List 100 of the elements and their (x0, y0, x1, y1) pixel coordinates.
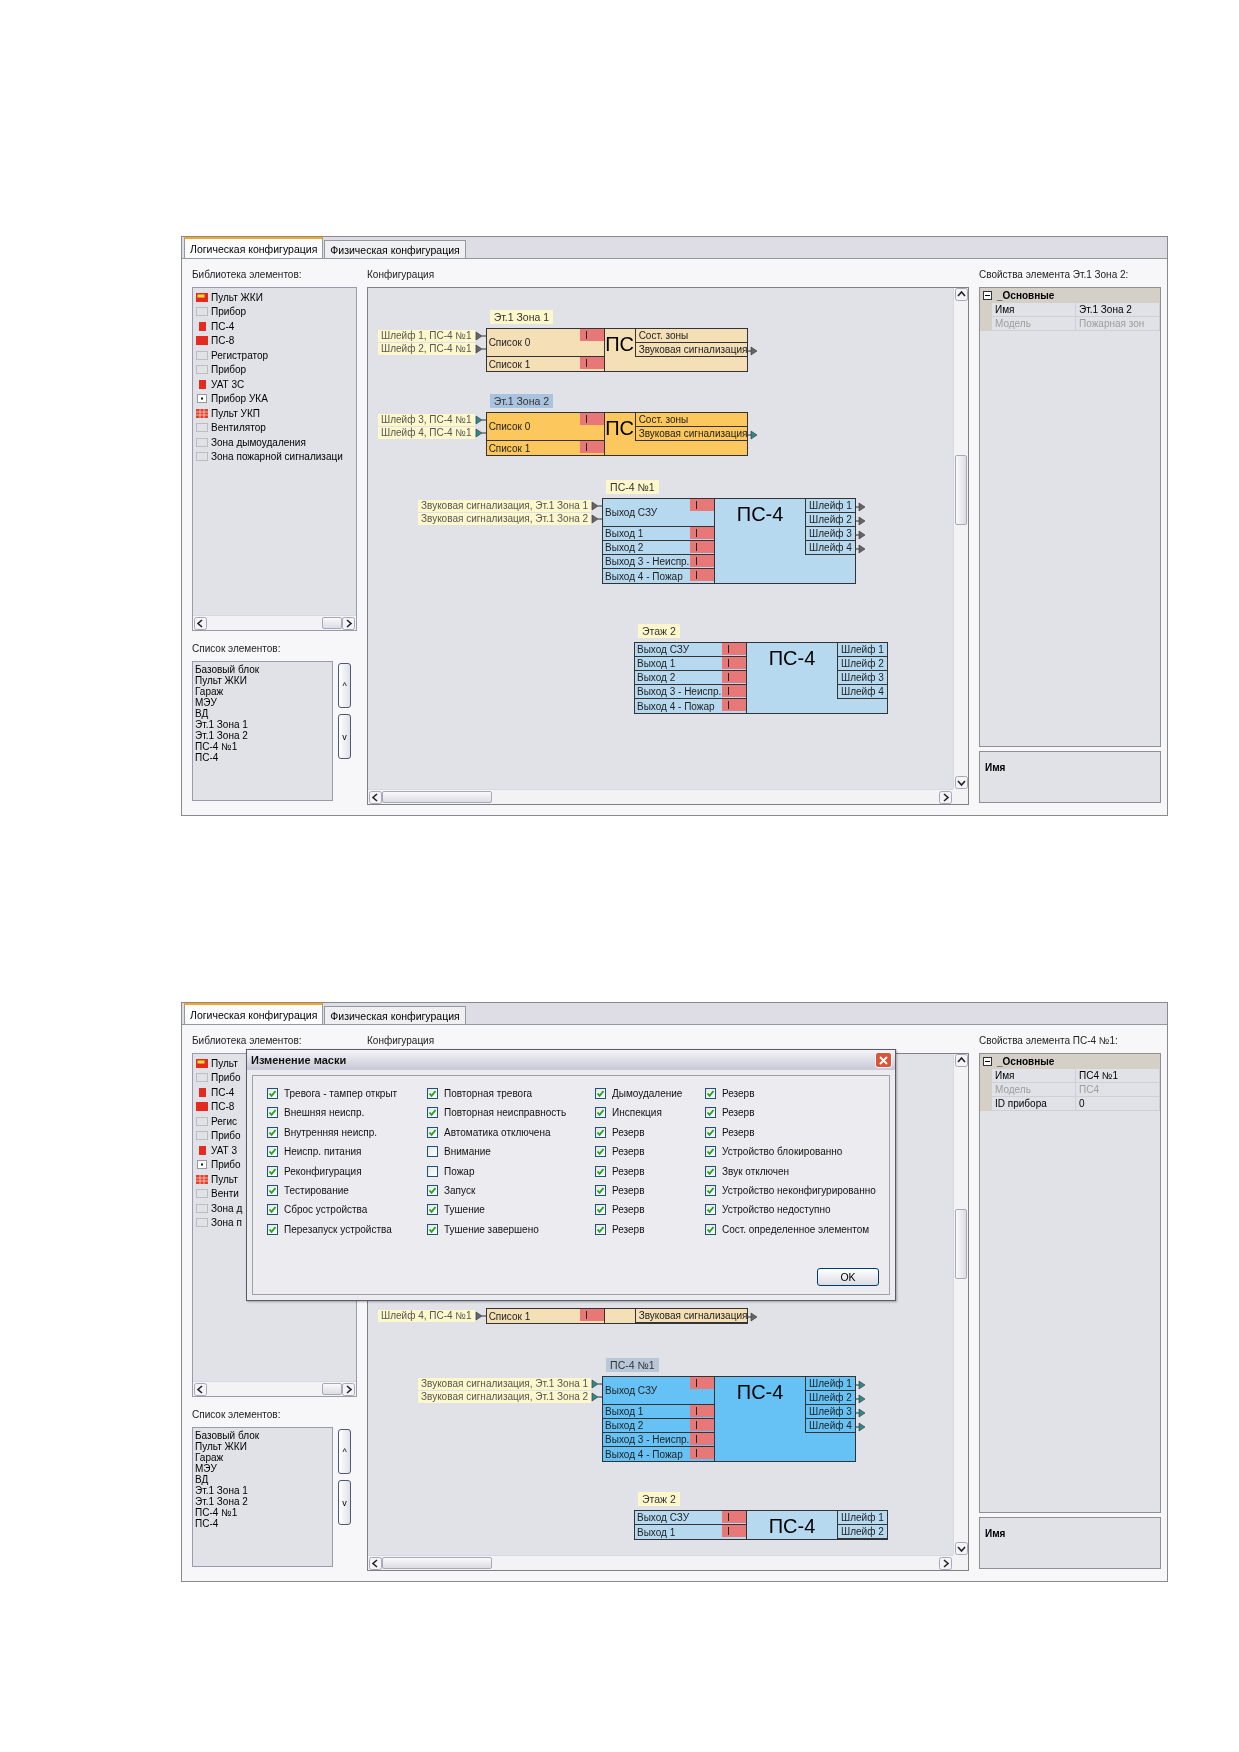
checkbox-label: Неиспр. питания (284, 1146, 362, 1158)
port-label: Выход 4 - Пожар (604, 1448, 683, 1460)
input-tag: Шлейф 4, ПС-4 №1 (378, 427, 475, 439)
checkbox-label: Резерв (722, 1088, 755, 1099)
panel-heading: Библиотека элементов: (192, 1035, 302, 1046)
port-label: Выход 4 - Пожар (604, 570, 683, 582)
output-label: Шлейф 2 (840, 1526, 884, 1537)
checkbox-label: Тестирование (284, 1184, 349, 1196)
checkbox-label: Устройство блокированно (722, 1146, 843, 1158)
block-type-label: ПС-4 (736, 1381, 784, 1404)
checkbox-label: Повторная неисправность (444, 1107, 567, 1119)
port-label: Выход 2 (636, 672, 676, 683)
panel-heading: Конфигурация (367, 1035, 435, 1046)
checkbox-label: Устройство недоступно (722, 1204, 831, 1216)
output-label: Шлейф 4 (808, 542, 852, 553)
checkbox-label: Реконфигурация (284, 1165, 362, 1177)
input-tag: Звуковая сигнализация, Эт.1 Зона 2 (418, 513, 592, 525)
port-label: Выход 3 - Неиспр. (636, 686, 722, 697)
port-label: Выход 1 (636, 658, 676, 669)
block-type-label: ПС-4 (736, 503, 784, 526)
output-label: Сост. зоны (637, 330, 689, 341)
checkbox-label: Внимание (444, 1146, 491, 1158)
checkbox-label: Резерв (722, 1126, 755, 1138)
input-tag: Звуковая сигнализация, Эт.1 Зона 1 (418, 500, 592, 512)
output-label: Шлейф 1 (808, 1378, 852, 1389)
checkbox-label: Тушение завершено (444, 1223, 539, 1235)
panel-heading: Библиотека элементов: (192, 269, 302, 280)
input-tag: Шлейф 1, ПС-4 №1 (378, 330, 475, 342)
input-tag: Звуковая сигнализация, Эт.1 Зона 1 (418, 1378, 592, 1390)
panel-heading: Список элементов: (192, 643, 281, 654)
output-label: Звуковая сигнализация (637, 428, 748, 439)
checkbox-label: Резерв (612, 1184, 645, 1196)
port-label: Выход 3 - Неиспр. (604, 556, 690, 567)
output-label: Шлейф 3 (840, 672, 884, 683)
panel-heading: Список элементов: (192, 1409, 281, 1420)
port-label: Выход 4 - Пожар (636, 700, 715, 712)
checkbox-label: Внутренняя неиспр. (284, 1126, 377, 1138)
port-label: Список 1 (487, 1310, 531, 1322)
checkbox-label: Тревога - тампер открыт (284, 1088, 398, 1099)
checkbox-label: Резерв (612, 1223, 645, 1235)
checkbox-label: Звук отключен (722, 1165, 790, 1177)
output-label: Шлейф 2 (840, 658, 884, 669)
port-label: Список 0 (487, 421, 531, 432)
checkbox-label: Перезапуск устройства (284, 1223, 392, 1235)
output-label: Шлейф 2 (808, 1392, 852, 1403)
port-label: Выход 2 (604, 542, 644, 553)
checkbox-label: Пожар (444, 1165, 475, 1177)
input-tag: Шлейф 3, ПС-4 №1 (378, 414, 475, 426)
output-label: Сост. зоны (637, 414, 689, 425)
output-label: Шлейф 1 (808, 500, 852, 511)
port-label: Выход 1 (604, 1406, 644, 1417)
input-tag: Звуковая сигнализация, Эт.1 Зона 2 (418, 1391, 592, 1403)
property-name: Модель (992, 1083, 1076, 1097)
checkbox-label: Инспекция (612, 1107, 662, 1119)
output-label: Звуковая сигнализация (637, 1310, 748, 1321)
property-name: Имя (992, 303, 1076, 317)
input-tag: Шлейф 2, ПС-4 №1 (378, 343, 475, 355)
property-name: Имя (992, 1069, 1076, 1083)
property-group-label: _Основные (997, 290, 1055, 301)
output-label: Шлейф 1 (840, 644, 884, 655)
checkbox-label: Резерв (612, 1204, 645, 1216)
block-type-label: ПС (605, 333, 635, 356)
panel-heading: Свойства элемента ПС-4 №1: (979, 1035, 1118, 1046)
output-label: Шлейф 1 (840, 1512, 884, 1523)
description-title: Имя (985, 762, 1006, 773)
port-label: Выход СЗУ (636, 644, 690, 655)
block-type-label: ПС-4 (768, 647, 816, 670)
port-label: Выход СЗУ (604, 1385, 658, 1396)
checkbox-label: Автоматика отключена (444, 1126, 551, 1138)
dialog-title: Изменение маски (251, 1054, 347, 1066)
port-label: Выход 3 - Неиспр. (604, 1434, 690, 1445)
block-type-label: ПС-4 (768, 1515, 816, 1538)
output-label: Шлейф 4 (808, 1420, 852, 1431)
panel-heading: Конфигурация (367, 269, 435, 280)
panel-heading: Свойства элемента Эт.1 Зона 2: (979, 269, 1129, 280)
property-name: Модель (992, 317, 1076, 331)
checkbox-label: Резерв (612, 1165, 645, 1177)
port-label: Выход 1 (636, 1526, 676, 1538)
port-label: Выход 2 (604, 1420, 644, 1431)
port-label: Список 1 (487, 358, 531, 370)
input-tag: Шлейф 4, ПС-4 №1 (378, 1310, 475, 1322)
port-label: Выход СЗУ (604, 507, 658, 518)
checkbox-label: Запуск (444, 1184, 476, 1196)
checkbox-label: Резерв (612, 1146, 645, 1158)
checkbox-label: Повторная тревога (444, 1088, 533, 1099)
property-name: ID прибора (992, 1097, 1076, 1111)
checkbox-label: Внешняя неиспр. (284, 1107, 365, 1119)
checkbox-label: Дымоудаление (612, 1088, 683, 1099)
description-title: Имя (985, 1528, 1006, 1539)
output-label: Звуковая сигнализация (637, 344, 748, 355)
property-group-label: _Основные (997, 1056, 1055, 1067)
port-label: Выход СЗУ (636, 1512, 690, 1523)
checkbox-label: Резерв (722, 1107, 755, 1119)
port-label: Список 0 (487, 337, 531, 348)
output-label: Шлейф 4 (840, 686, 884, 697)
checkbox-label: Устройство неконфигурированно (722, 1184, 876, 1196)
checkbox-label: Тушение (444, 1204, 485, 1216)
block-type-label: ПС (605, 417, 635, 440)
output-label: Шлейф 2 (808, 514, 852, 525)
output-label: Шлейф 3 (808, 528, 852, 539)
